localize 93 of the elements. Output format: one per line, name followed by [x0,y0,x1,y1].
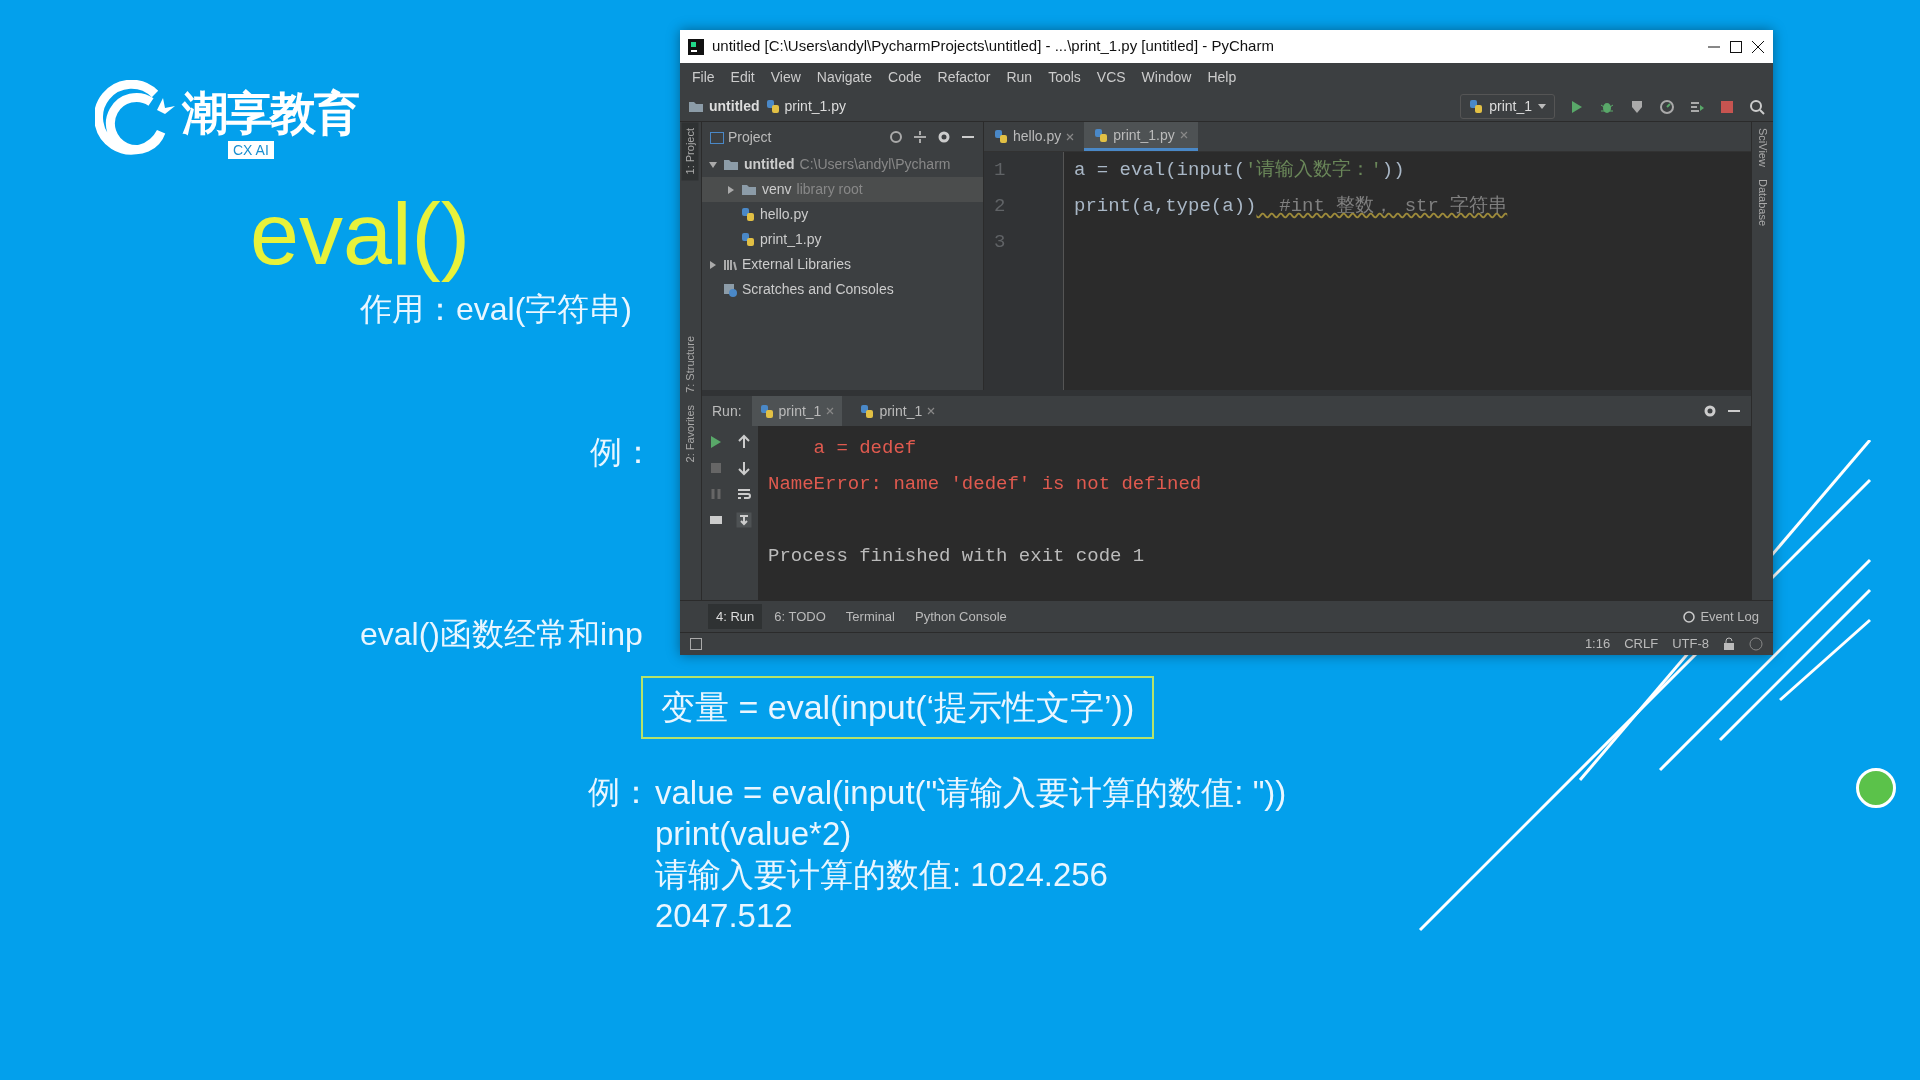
code-line: a = eval(input('请输入数字：')) [1074,158,1406,183]
run-panel-label: Run: [712,401,742,421]
stop-icon[interactable] [1719,98,1735,115]
python-file-icon [1094,127,1109,143]
code-line: print(a,type(a)) #int 整数， str 字符串 [1074,194,1508,219]
wrap-icon[interactable] [736,486,752,502]
search-icon[interactable] [1749,98,1765,115]
tool-tab[interactable]: 4: Run [708,603,763,630]
gauge-icon[interactable] [1659,98,1675,115]
python-file-icon [741,207,755,222]
python-file-icon [765,99,780,114]
app-icon [688,38,704,55]
panel-icon [710,131,724,144]
console-line: NameError: name 'dedef' is not defined [768,472,1203,497]
slide-text: 例： [590,433,654,472]
console-line: Process finished with exit code 1 [768,544,1146,569]
tool-tab[interactable]: Python Console [907,603,1015,630]
collapsed-arrow-icon[interactable] [708,259,718,270]
console-line: a = dedef [812,436,918,461]
collapse-icon[interactable] [913,130,927,144]
menu-item[interactable]: Tools [1040,67,1089,88]
run-tab[interactable]: print_1 [751,396,843,426]
folder-icon [723,158,739,171]
collapsed-arrow-icon[interactable] [726,184,736,195]
python-file-icon [994,129,1008,144]
menu-item[interactable]: Window [1133,67,1200,88]
expanded-arrow-icon[interactable] [708,159,718,170]
menu-item[interactable]: Code [880,67,930,88]
run-config-dropdown[interactable]: print_1 [1460,94,1555,119]
logo-text: 潮享教育 [182,88,358,138]
lock-icon [1723,637,1735,651]
run-tab[interactable]: print_1 [852,396,944,426]
tool-window-tab[interactable]: 1: Project [682,122,699,181]
scratch-icon [723,282,737,297]
slide-title: eval() [250,183,471,285]
menu-item[interactable]: View [762,67,809,88]
menu-item[interactable]: File [684,67,723,88]
folder-icon [688,100,704,113]
status-item[interactable]: UTF-8 [1672,634,1709,654]
folder-icon [741,183,757,196]
tree-item[interactable]: venv library root [702,177,983,202]
python-file-icon [759,403,774,419]
target-icon[interactable] [889,130,903,144]
scroll-end-icon[interactable] [736,512,752,528]
menu-item[interactable]: VCS [1088,67,1134,88]
example-label: 例： [588,773,652,812]
up-arrow-icon[interactable] [736,434,752,450]
tree-item[interactable]: untitled C:\Users\andyl\Pycharm [702,152,983,177]
example-code-line: 请输入要计算的数值: 1024.256 [655,855,1109,895]
tree-item[interactable]: hello.py [702,202,983,227]
caret-icon [1538,103,1546,110]
menu-item[interactable]: Run [998,67,1041,88]
status-item[interactable]: CRLF [1624,634,1659,654]
tool-tab[interactable]: Terminal [837,603,903,630]
tool-tab[interactable]: 6: TODO [766,603,834,630]
example-code-line: 2047.512 [655,896,794,936]
settings-icon[interactable] [937,130,951,144]
menu-item[interactable]: Navigate [808,67,881,88]
close-icon[interactable] [1751,39,1765,54]
tool-window-tab[interactable]: SciView [1754,122,1771,173]
shield-icon[interactable] [1629,98,1645,115]
python-file-icon [741,232,755,247]
tool-window-tab[interactable]: Database [1754,172,1771,233]
tool-window-tab[interactable]: 7: Structure [682,330,699,400]
window-title: untitled [C:\Users\andyl\PycharmProjects\untitled] - ...\print_1.py [untitled] - PyCharm [712,36,1275,57]
slide-text: eval()函数经常和inp [360,615,643,654]
maximize-icon[interactable] [1729,39,1743,54]
python-file-icon [860,403,875,419]
editor-tab[interactable]: print_1.py [1084,122,1198,151]
menu-item[interactable]: Edit [722,67,763,88]
menu-item[interactable]: Help [1199,67,1245,88]
python-file-icon [1469,99,1484,114]
breadcrumb[interactable]: print_1.py [765,96,847,117]
example-code-line: value = eval(input("请输入要计算的数值: ")) [655,773,1287,813]
settings-icon[interactable] [1703,404,1717,418]
status-item[interactable]: 1:16 [1584,634,1611,654]
slide-text: 作用：eval(字符串) [360,290,632,329]
editor-tab[interactable]: hello.py [984,122,1085,151]
side-button[interactable] [1856,768,1896,808]
menu-item[interactable]: Refactor [929,67,999,88]
event-log-button[interactable]: Event Log [1675,603,1767,630]
tree-item[interactable]: print_1.py [702,227,983,252]
down-arrow-icon[interactable] [736,460,752,476]
tree-item[interactable]: External Libraries [702,252,983,277]
tool-window-tab[interactable]: 2: Favorites [682,399,699,469]
panel-toggle-icon[interactable] [690,638,702,650]
formula-box: 变量 = eval(input(‘提示性文字’)) [641,676,1155,739]
logo-tag: CX AI [228,141,274,159]
example-code-line: print(value*2) [655,814,853,854]
library-icon [723,257,737,272]
tree-item[interactable]: Scratches and Consoles [702,277,983,302]
project-panel-title[interactable]: Project [710,126,772,148]
breadcrumb[interactable]: untitled [688,96,760,117]
